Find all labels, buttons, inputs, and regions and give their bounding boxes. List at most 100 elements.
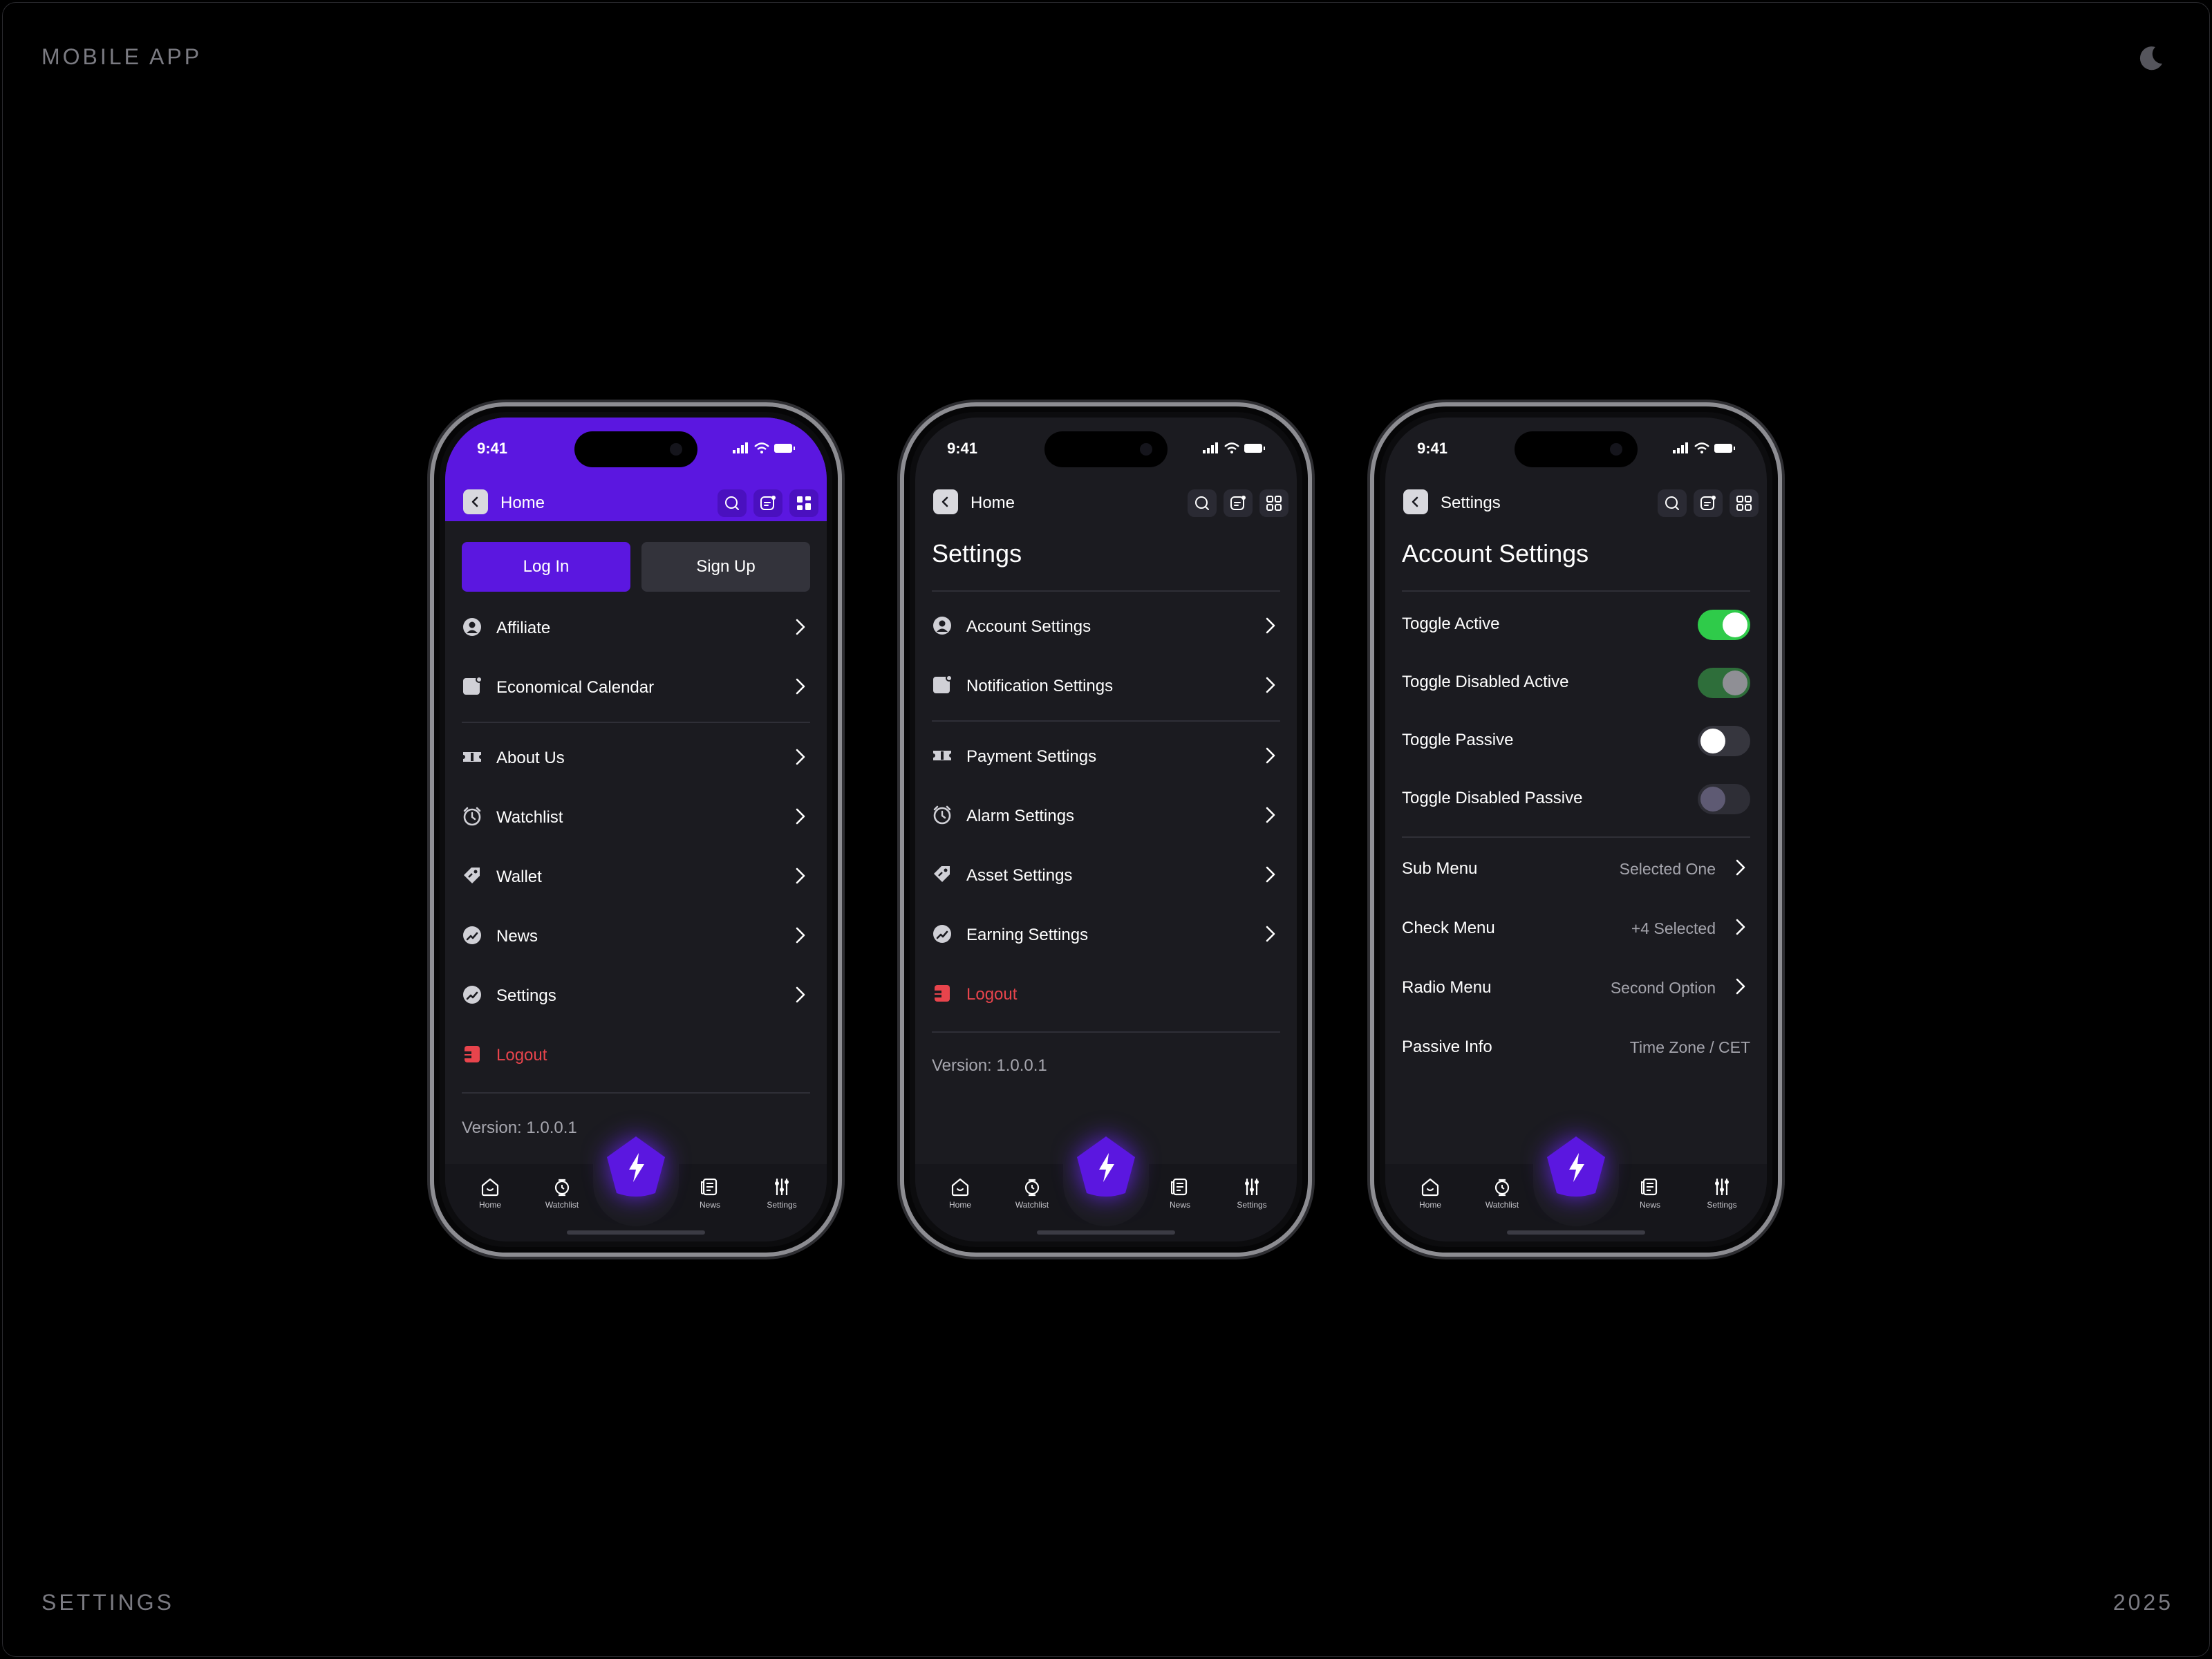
tab-watchlist[interactable]: Watchlist: [1001, 1177, 1063, 1210]
app-bar: Home: [445, 480, 827, 521]
search-button[interactable]: [1658, 489, 1687, 517]
menu-row-check-menu[interactable]: Check Menu +4 Selected: [1402, 897, 1750, 957]
back-button[interactable]: [933, 489, 958, 514]
dynamic-island: [574, 431, 697, 467]
toggle-label: Toggle Passive: [1402, 731, 1514, 749]
toggle-switch-passive[interactable]: [1698, 726, 1750, 756]
news-icon: [1640, 1177, 1660, 1197]
grid-icon: [1266, 495, 1282, 512]
divider: [462, 722, 810, 723]
menu-row-label: Check Menu: [1402, 919, 1495, 937]
search-button[interactable]: [1188, 489, 1217, 517]
menu-item-news[interactable]: News: [462, 906, 810, 965]
menu-item-label: Notification Settings: [966, 677, 1114, 695]
menu-row-radio-menu[interactable]: Radio Menu Second Option: [1402, 957, 1750, 1016]
chat-icon: [760, 495, 776, 512]
news-icon: [700, 1177, 720, 1197]
chevron-right-icon: [795, 986, 806, 1004]
menu-item-label: Settings: [496, 986, 556, 1005]
apps-button[interactable]: [789, 489, 818, 517]
user-icon: [462, 617, 482, 637]
toggle-row-passive: Toggle Passive: [1402, 709, 1750, 769]
home-indicator: [1037, 1230, 1175, 1235]
chevron-right-icon: [1265, 925, 1276, 943]
menu-item-label: News: [496, 927, 538, 946]
messages-button[interactable]: [1694, 489, 1723, 517]
grid-icon: [796, 495, 812, 512]
menu-item-logout[interactable]: Logout: [932, 964, 1280, 1023]
menu-row-value: +4 Selected: [1631, 919, 1716, 937]
tab-settings[interactable]: Settings: [751, 1177, 813, 1210]
home-icon: [950, 1177, 971, 1197]
menu-item-asset-settings[interactable]: Asset Settings: [932, 845, 1280, 904]
chevron-right-icon: [1735, 859, 1746, 877]
tab-settings[interactable]: Settings: [1691, 1177, 1753, 1210]
tab-news[interactable]: News: [1619, 1177, 1681, 1210]
news-icon: [1170, 1177, 1190, 1197]
toggle-switch-disabled-passive: [1698, 784, 1750, 814]
back-button[interactable]: [463, 489, 488, 514]
status-time: 9:41: [477, 440, 508, 457]
tab-settings[interactable]: Settings: [1221, 1177, 1283, 1210]
toggle-label: Toggle Disabled Active: [1402, 673, 1569, 691]
app-bar-title: Home: [500, 494, 545, 512]
page-title: Settings: [932, 539, 1022, 568]
lightning-action-button[interactable]: [1073, 1134, 1139, 1200]
menu-item-affiliate[interactable]: Affiliate: [462, 597, 810, 657]
menu-item-label: Economical Calendar: [496, 678, 655, 697]
tab-home[interactable]: Home: [929, 1177, 991, 1210]
login-button[interactable]: Log In: [462, 542, 630, 592]
menu-row-sub-menu[interactable]: Sub Menu Selected One: [1402, 838, 1750, 897]
signup-button[interactable]: Sign Up: [641, 542, 810, 592]
app-bar-title: Home: [971, 494, 1015, 512]
menu-item-account-settings[interactable]: Account Settings: [932, 596, 1280, 655]
watch-icon: [552, 1177, 572, 1197]
menu-item-payment-settings[interactable]: Payment Settings: [932, 726, 1280, 785]
lightning-action-button[interactable]: [1543, 1134, 1609, 1200]
tab-news[interactable]: News: [679, 1177, 741, 1210]
status-icons: [1673, 441, 1736, 455]
tab-news[interactable]: News: [1149, 1177, 1211, 1210]
page-title: Account Settings: [1402, 539, 1589, 568]
menu-item-logout[interactable]: Logout: [462, 1024, 810, 1084]
menu-item-watchlist[interactable]: Watchlist: [462, 787, 810, 846]
status-time: 9:41: [947, 440, 978, 457]
tab-watchlist[interactable]: Watchlist: [531, 1177, 593, 1210]
moon-icon[interactable]: [2136, 43, 2166, 73]
menu-row-value: Selected One: [1619, 860, 1716, 878]
tab-watchlist[interactable]: Watchlist: [1471, 1177, 1533, 1210]
ticket-icon: [932, 745, 953, 766]
back-button[interactable]: [1403, 489, 1428, 514]
app-bar: Settings: [1385, 480, 1767, 521]
trend-icon: [462, 925, 482, 946]
tab-home[interactable]: Home: [1399, 1177, 1461, 1210]
menu-item-alarm-settings[interactable]: Alarm Settings: [932, 785, 1280, 845]
lightning-action-button[interactable]: [603, 1134, 669, 1200]
menu-item-label: Earning Settings: [966, 926, 1089, 944]
tab-home[interactable]: Home: [459, 1177, 521, 1210]
alarm-icon: [462, 806, 482, 827]
menu-item-notification-settings[interactable]: Notification Settings: [932, 655, 1280, 715]
search-button[interactable]: [718, 489, 747, 517]
tab-label: News: [1639, 1200, 1660, 1210]
tab-label: Home: [478, 1200, 501, 1210]
tab-label: News: [699, 1200, 720, 1210]
menu-row-label: Sub Menu: [1402, 859, 1478, 878]
messages-button[interactable]: [753, 489, 782, 517]
chevron-right-icon: [1735, 977, 1746, 995]
divider: [932, 1031, 1280, 1033]
chevron-right-icon: [795, 748, 806, 766]
apps-button[interactable]: [1259, 489, 1288, 517]
menu-item-earning-settings[interactable]: Earning Settings: [932, 904, 1280, 964]
tab-bar: Home Watchlist News Settings: [915, 1164, 1297, 1241]
logout-icon: [462, 1044, 482, 1065]
messages-button[interactable]: [1224, 489, 1253, 517]
menu-item-wallet[interactable]: Wallet: [462, 846, 810, 906]
menu-item-about[interactable]: About Us: [462, 727, 810, 787]
menu-row-value: Time Zone / CET: [1629, 1038, 1750, 1056]
toggle-switch-active[interactable]: [1698, 610, 1750, 640]
menu-item-settings[interactable]: Settings: [462, 965, 810, 1024]
menu-item-label: Account Settings: [966, 617, 1091, 636]
menu-item-calendar[interactable]: Economical Calendar: [462, 657, 810, 716]
apps-button[interactable]: [1730, 489, 1759, 517]
